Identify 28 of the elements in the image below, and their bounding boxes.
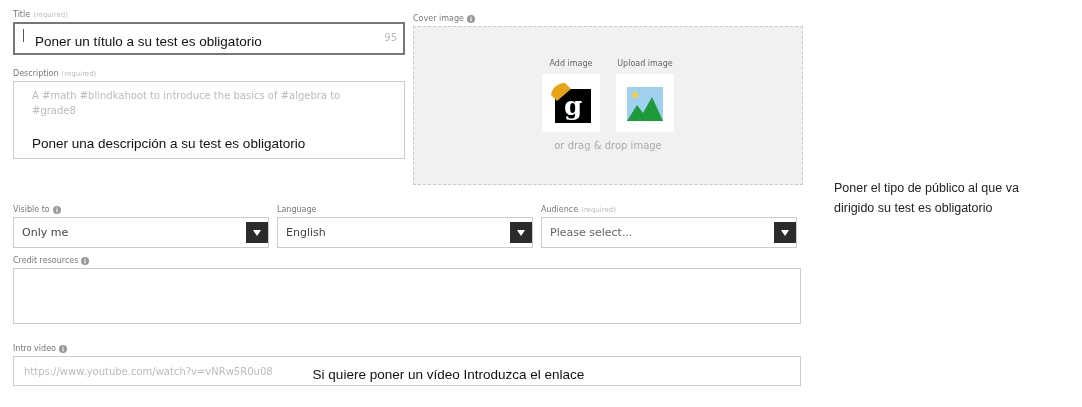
field-label: Language [277,204,317,216]
info-icon [58,345,67,353]
placeholder-text: https://www.youtube.com/watch?v=vNRw5R0u08 [24,364,273,379]
drop-hint: or drag & drop image [554,139,662,153]
info-icon [52,206,61,214]
info-icon [81,257,90,265]
field-label: Title [13,9,31,21]
image-dropzone[interactable]: Add image g Upload image or drag & drop image [413,26,803,185]
title-input[interactable]: Poner un título a su test es obligatorio 95 [13,22,405,55]
caret-down-icon [253,228,261,237]
credit-textarea[interactable] [13,268,801,324]
caret-down-icon [517,228,525,237]
field-label: Intro video [13,343,56,355]
placeholder-text: A #math #blindkahoot to introduce the basics of #algebra to #grade8 [32,89,342,118]
annotation-note: Poner el tipo de público al que va dirigido su test es obligatorio [834,180,1020,217]
field-label: Visible to [13,204,50,216]
character-counter: 95 [384,31,397,45]
dropdown-select[interactable]: Only me [13,217,269,248]
field-label: Cover image [413,13,464,25]
caret-down-icon [781,228,789,237]
dropdown-select[interactable]: Please select... [541,217,797,248]
field-label: Credit resources [13,255,79,267]
dropdown-select[interactable]: English [277,217,533,248]
video-url-input[interactable]: https://www.youtube.com/watch?v=vNRw5R0u08 Si quiere poner un vídeo Introduzca el enlace [13,356,801,386]
field-label: Audience [541,204,579,216]
field-label: Description [13,68,59,80]
description-textarea[interactable]: A #math #blindkahoot to introduce the basics of #algebra to #grade8 Poner una descripción a su test es obligatorio [13,81,405,159]
info-icon [466,15,475,23]
